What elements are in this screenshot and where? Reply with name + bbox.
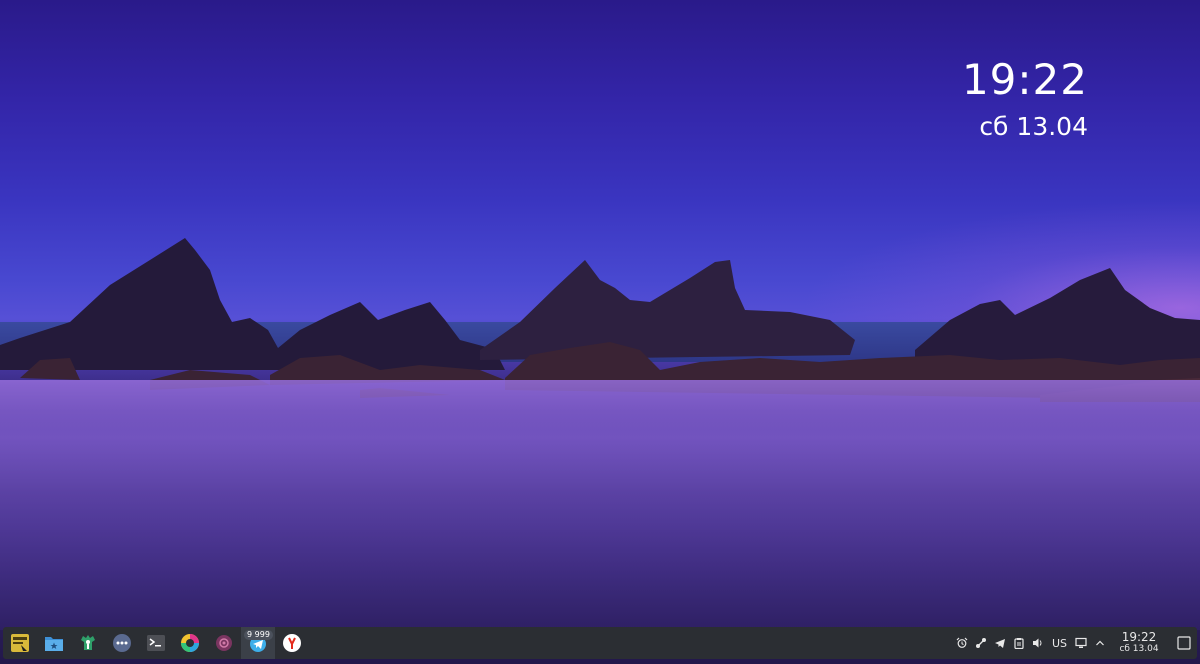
wallpaper-mist xyxy=(0,380,1200,630)
kdeconnect-icon xyxy=(976,638,987,648)
desktop-clock-widget: 19:22 сб 13.04 xyxy=(962,56,1088,144)
color-picker-button[interactable] xyxy=(173,627,207,659)
more-apps-button[interactable] xyxy=(105,627,139,659)
telegram-unread-badge: 9 999 xyxy=(244,630,273,640)
telegram-button[interactable]: 9 999 xyxy=(241,627,275,659)
volume-icon xyxy=(1033,638,1042,648)
alarm-icon xyxy=(957,637,968,648)
base-alt-launcher-button[interactable] xyxy=(3,627,37,659)
terminal-button[interactable] xyxy=(139,627,173,659)
settings-manager-button[interactable] xyxy=(71,627,105,659)
tray-volume-button[interactable] xyxy=(1029,627,1048,659)
show-desktop-button[interactable] xyxy=(1171,627,1197,659)
color-picker-icon xyxy=(181,634,199,652)
tray-telegram-button[interactable] xyxy=(991,627,1010,659)
more-apps-icon xyxy=(113,634,131,652)
desktop: 19:22 сб 13.04 9 999 US 19:22 сб 13.04 xyxy=(0,0,1200,664)
base-alt-launcher-icon xyxy=(11,634,29,652)
settings-manager-icon xyxy=(81,635,95,650)
keyboard-layout-indicator[interactable]: US xyxy=(1048,637,1071,650)
tray-kdeconnect-button[interactable] xyxy=(972,627,991,659)
taskbar-clock-date: сб 13.04 xyxy=(1119,644,1159,654)
taskbar-clock-time: 19:22 xyxy=(1121,630,1157,644)
tray-network-button[interactable] xyxy=(1071,627,1090,659)
taskbar-clock[interactable]: 19:22 сб 13.04 xyxy=(1113,631,1165,655)
yandex-browser-icon xyxy=(283,634,301,652)
file-manager-button[interactable] xyxy=(37,627,71,659)
telegram-tray-icon xyxy=(995,639,1006,648)
desktop-clock-time: 19:22 xyxy=(961,55,1088,104)
desktop-clock-date: сб 13.04 xyxy=(979,112,1088,141)
app-icon xyxy=(216,635,232,651)
app-button[interactable] xyxy=(207,627,241,659)
taskbar: 9 999 US 19:22 сб 13.04 xyxy=(3,627,1197,659)
clipboard-icon xyxy=(1014,638,1025,649)
terminal-icon xyxy=(147,635,165,651)
tray-expand-button[interactable] xyxy=(1090,627,1109,659)
tray-clipboard-button[interactable] xyxy=(1010,627,1029,659)
chevron-up-icon xyxy=(1095,640,1104,646)
system-tray: US 19:22 сб 13.04 xyxy=(953,627,1197,659)
file-manager-icon xyxy=(45,637,63,651)
yandex-browser-button[interactable] xyxy=(275,627,309,659)
tray-alarm-button[interactable] xyxy=(953,627,972,659)
show-desktop-icon xyxy=(1177,636,1191,650)
network-wired-icon xyxy=(1074,637,1087,648)
